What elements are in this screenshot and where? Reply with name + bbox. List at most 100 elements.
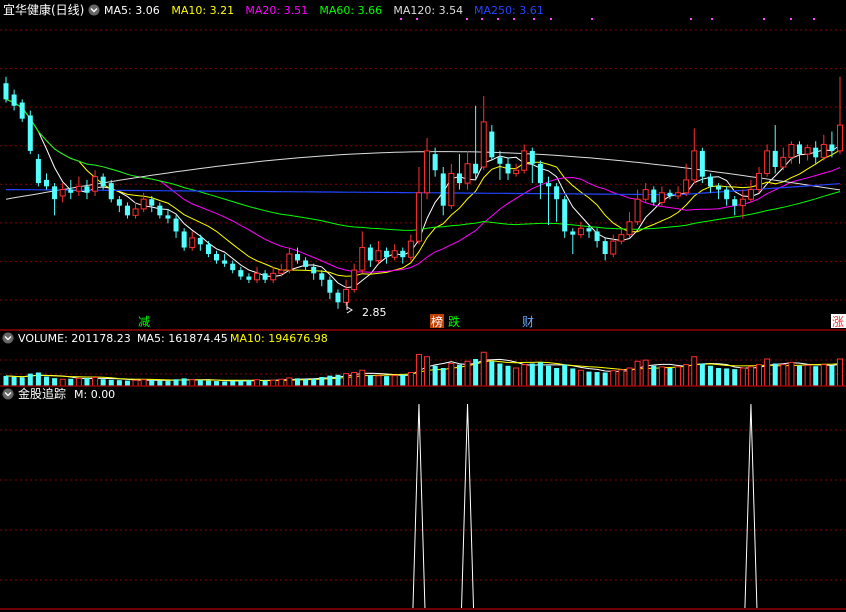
candle-body: [764, 150, 771, 174]
indicator-options-toggle[interactable]: [2, 388, 14, 400]
event-marker-label: 财: [522, 315, 534, 329]
candle-body: [513, 169, 520, 174]
volume-bar: [691, 356, 698, 387]
volume-bar: [253, 379, 261, 387]
volume-bar: [732, 369, 738, 386]
volume-bar: [311, 378, 317, 386]
candle-body: [75, 185, 82, 192]
candle-body: [716, 186, 722, 190]
volume-bar: [327, 375, 333, 386]
volume-options-toggle[interactable]: [2, 332, 14, 344]
candle-body: [407, 240, 414, 258]
volume-bar: [116, 380, 122, 386]
volume-bar: [440, 368, 446, 386]
candle-body: [124, 205, 130, 216]
event-marker-label: 榜: [431, 314, 443, 329]
event-dot: [591, 18, 593, 20]
volume-bar: [537, 362, 543, 386]
volume-bar: [27, 373, 33, 386]
event-marker-bang[interactable]: 榜: [430, 314, 444, 329]
volume-bar: [197, 380, 203, 386]
candle-body: [375, 250, 382, 261]
low-price-label: 2.85: [362, 306, 387, 319]
ma-legend-item: MA120: 3.54: [393, 4, 463, 17]
candle-body: [11, 94, 17, 106]
candle-body: [27, 115, 33, 151]
volume-bar: [529, 363, 535, 386]
volume-bar: [675, 366, 682, 387]
candle-body: [537, 163, 543, 184]
price-options-toggle[interactable]: [88, 4, 100, 16]
candle-body: [489, 131, 495, 158]
volume-bar: [716, 368, 722, 386]
volume-bar: [610, 370, 617, 387]
volume-bar: [343, 373, 350, 387]
candle-body: [270, 272, 277, 281]
volume-bar: [724, 368, 730, 386]
volume-bar: [456, 364, 462, 386]
volume-bar: [577, 369, 584, 387]
volume-bar: [238, 380, 244, 386]
volume-bar: [59, 378, 66, 387]
volume-bar: [797, 365, 803, 386]
volume-bar: [35, 372, 41, 386]
volume-bar: [570, 368, 576, 386]
volume-bar: [335, 374, 341, 386]
volume-bar: [780, 364, 787, 387]
candle-body: [804, 147, 811, 155]
volume-bar: [391, 375, 398, 387]
candle-body: [594, 231, 600, 242]
event-marker-zhang[interactable]: 涨: [831, 314, 846, 329]
volume-bar: [140, 379, 147, 387]
event-marker-label: 跌: [448, 314, 460, 329]
candle-body: [262, 273, 268, 280]
candle-body: [181, 231, 187, 248]
volume-bar: [618, 369, 625, 387]
candle-body: [424, 150, 431, 194]
candle-body: [149, 199, 155, 206]
indicator-name: 金股追踪: [18, 386, 66, 401]
event-dot: [497, 18, 499, 20]
volume-bar: [230, 381, 236, 386]
candle-body: [610, 240, 617, 255]
volume-bar: [205, 380, 211, 386]
candle-body: [440, 173, 446, 206]
candle-body: [278, 269, 285, 274]
volume-label: VOLUME: 201178.23: [18, 332, 131, 345]
candle-body: [829, 144, 835, 151]
candle-body: [335, 292, 341, 303]
candle-body: [68, 189, 74, 193]
volume-bar: [813, 366, 819, 386]
volume-ma5-label: MA5: 161874.45: [137, 332, 228, 345]
candle-body: [367, 247, 373, 261]
event-marker-label: 涨: [832, 314, 844, 329]
event-marker-cai[interactable]: 财: [522, 315, 534, 329]
candle-body: [554, 186, 560, 200]
volume-bar: [820, 364, 827, 387]
candle-body: [788, 143, 795, 158]
candle-body: [157, 205, 163, 216]
ma-legend-item: MA20: 3.51: [245, 4, 308, 17]
ma-legend-item: MA250: 3.61: [474, 4, 544, 17]
candle-body: [699, 150, 705, 177]
event-dot: [400, 18, 402, 20]
candle-body: [432, 154, 438, 171]
volume-bar: [294, 378, 301, 386]
event-marker-die[interactable]: 跌: [448, 314, 460, 329]
volume-bar: [836, 358, 844, 387]
volume-bar: [415, 354, 422, 387]
volume-bar: [667, 368, 673, 386]
event-dot: [550, 18, 552, 20]
volume-bar: [319, 377, 325, 386]
volume-bar: [683, 364, 690, 387]
event-dot: [533, 18, 535, 20]
candle-body: [586, 228, 592, 232]
candle-body: [562, 199, 568, 232]
event-marker-jian[interactable]: 减: [138, 315, 150, 329]
volume-bar: [747, 366, 754, 387]
candle-body: [222, 260, 228, 264]
candle-body: [747, 189, 754, 200]
candle-body: [400, 250, 406, 258]
candle-body: [294, 254, 301, 261]
volume-bar: [303, 379, 309, 386]
